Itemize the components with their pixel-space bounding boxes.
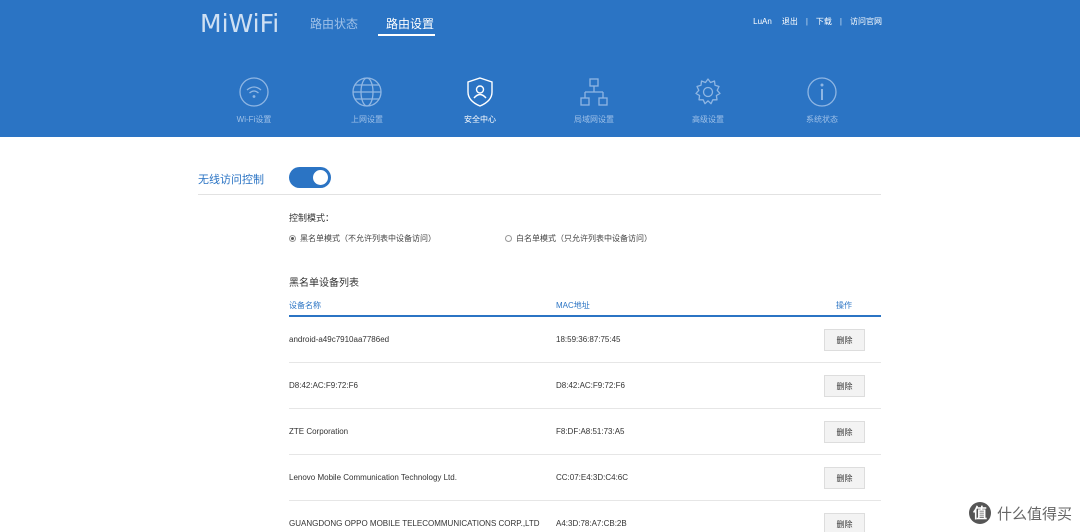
nav-router-status[interactable]: 路由状态	[310, 15, 358, 32]
settings-nav-advanced[interactable]: 高级设置	[668, 76, 748, 125]
device-mac: A4:3D:78:A7:CB:2B	[556, 519, 627, 528]
radio-label: 白名单模式（只允许列表中设备访问）	[516, 234, 652, 243]
nav-active-underline	[378, 34, 435, 36]
radio-label: 黑名单模式（不允许列表中设备访问）	[300, 234, 436, 243]
site-watermark: 值 什么值得买	[968, 502, 1072, 524]
settings-nav-label: 局域网设置	[574, 115, 614, 124]
column-header-mac: MAC地址	[556, 301, 590, 310]
username: LuAn	[753, 17, 772, 26]
delete-button[interactable]: 删除	[824, 421, 865, 443]
radio-whitelist-mode[interactable]: 白名单模式（只允许列表中设备访问）	[505, 233, 652, 244]
device-name: ZTE Corporation	[289, 427, 349, 436]
section-divider	[198, 194, 881, 195]
delete-button[interactable]: 删除	[824, 375, 865, 397]
device-name: Lenovo Mobile Communication Technology L…	[289, 473, 457, 482]
blacklist-title: 黑名单设备列表	[289, 278, 359, 289]
table-row: D8:42:AC:F9:72:F6 D8:42:AC:F9:72:F6 删除	[289, 363, 881, 409]
top-links: LuAn 退出 | 下载 | 访问官网	[753, 16, 882, 27]
watermark-text: 什么值得买	[996, 505, 1072, 523]
control-mode-title: 控制模式：	[289, 213, 335, 223]
radio-blacklist-mode[interactable]: 黑名单模式（不允许列表中设备访问）	[289, 233, 436, 244]
settings-nav-label: 高级设置	[692, 115, 724, 124]
table-row: Lenovo Mobile Communication Technology L…	[289, 455, 881, 501]
settings-nav-label: 系统状态	[806, 115, 838, 124]
link-separator: |	[805, 17, 808, 26]
settings-nav-label: 安全中心	[464, 115, 496, 124]
table-row: GUANGDONG OPPO MOBILE TELECOMMUNICATIONS…	[289, 501, 881, 532]
settings-nav-security[interactable]: 安全中心	[440, 76, 520, 125]
device-mac: 18:59:36:87:75:45	[556, 335, 621, 344]
device-mac: D8:42:AC:F9:72:F6	[556, 381, 625, 390]
globe-icon	[352, 77, 382, 107]
access-control-toggle[interactable]	[289, 167, 331, 188]
watermark-badge-icon: 值	[968, 502, 991, 524]
device-name: GUANGDONG OPPO MOBILE TELECOMMUNICATIONS…	[289, 519, 540, 528]
wireless-access-control-label: 无线访问控制	[198, 174, 264, 186]
delete-button[interactable]: 删除	[824, 329, 865, 351]
settings-nav-label: 上网设置	[351, 115, 383, 124]
settings-nav-wifi[interactable]: Wi-Fi设置	[214, 76, 294, 125]
column-header-device-name: 设备名称	[289, 301, 321, 310]
delete-button[interactable]: 删除	[824, 513, 865, 532]
wifi-icon	[239, 77, 269, 107]
settings-nav-label: Wi-Fi设置	[236, 115, 272, 124]
miwifi-logo[interactable]: MiWiFi	[200, 9, 279, 38]
settings-nav-lan[interactable]: 局域网设置	[554, 76, 634, 125]
radio-button[interactable]	[505, 235, 512, 242]
device-mac: F8:DF:A8:51:73:A5	[556, 427, 625, 436]
radio-button-selected[interactable]	[289, 235, 296, 242]
device-name: android-a49c7910aa7786ed	[289, 335, 390, 344]
nav-router-settings[interactable]: 路由设置	[386, 15, 434, 32]
settings-nav-system-status[interactable]: 系统状态	[782, 76, 862, 125]
delete-button[interactable]: 删除	[824, 467, 865, 489]
table-row: ZTE Corporation F8:DF:A8:51:73:A5 删除	[289, 409, 881, 455]
toggle-knob	[313, 170, 328, 185]
link-separator: |	[839, 17, 842, 26]
device-name: D8:42:AC:F9:72:F6	[289, 381, 358, 390]
header-bar: MiWiFi 路由状态 路由设置 LuAn 退出 | 下载 | 访问官网 Wi-…	[0, 0, 1080, 137]
settings-nav-internet[interactable]: 上网设置	[327, 76, 407, 125]
logout-link[interactable]: 退出	[782, 16, 798, 27]
column-header-action: 操作	[836, 301, 852, 310]
gear-icon	[695, 78, 721, 105]
download-link[interactable]: 下载	[816, 16, 832, 27]
official-site-link[interactable]: 访问官网	[850, 16, 882, 27]
lan-icon	[580, 78, 608, 106]
shield-user-icon	[467, 77, 493, 107]
device-mac: CC:07:E4:3D:C4:6C	[556, 473, 629, 482]
info-icon	[807, 77, 837, 107]
table-row: android-a49c7910aa7786ed 18:59:36:87:75:…	[289, 317, 881, 363]
